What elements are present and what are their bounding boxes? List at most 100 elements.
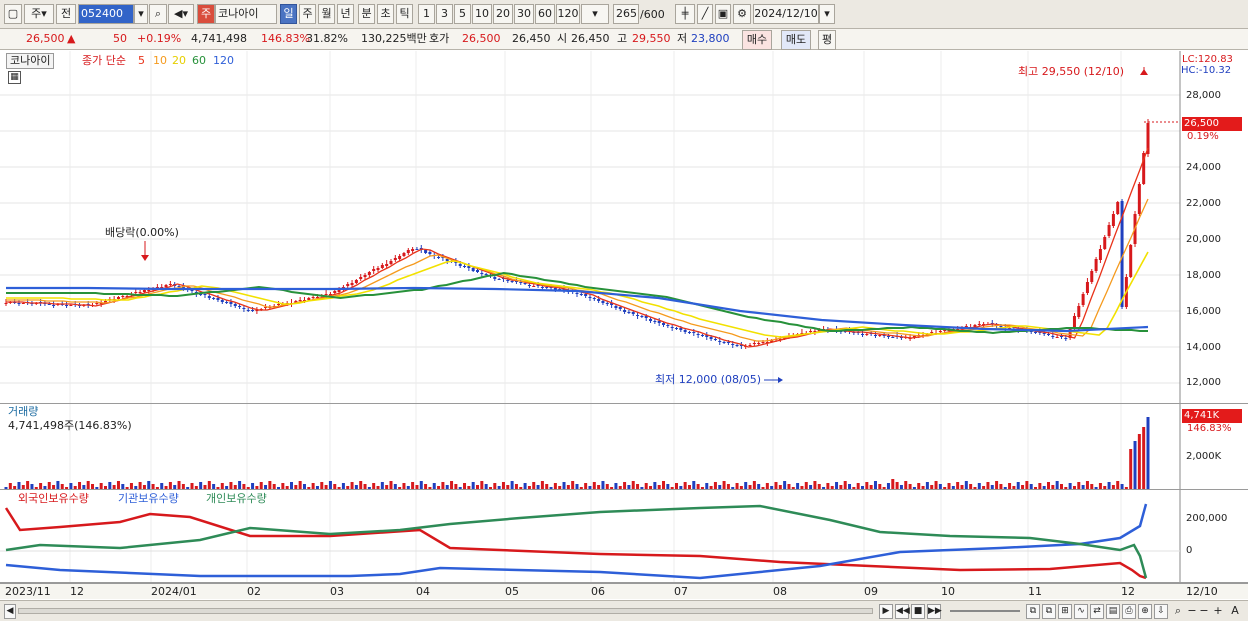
volume-bar	[238, 481, 242, 489]
holdings-chart[interactable]	[0, 490, 1248, 582]
period-week[interactable]: 주	[299, 4, 316, 24]
rewind-icon[interactable]: ◀◀	[895, 604, 910, 619]
trade-amount: 130,225백만	[361, 32, 427, 45]
candle-body	[718, 341, 722, 342]
stop-icon[interactable]: ■	[911, 604, 925, 619]
volume-bar	[233, 485, 237, 489]
indicator-icon[interactable]: ∿	[1074, 604, 1088, 619]
count-input[interactable]: 265	[613, 4, 639, 24]
gear-icon[interactable]: ⚙	[733, 4, 751, 24]
copy-icon[interactable]: ⧉	[1026, 604, 1040, 619]
candle-body	[69, 305, 73, 306]
minute-30[interactable]: 30	[514, 4, 534, 24]
minute-1[interactable]: 1	[418, 4, 435, 24]
bid-price: 26,450	[512, 32, 551, 45]
grid-toggle-icon[interactable]: ▤	[1106, 604, 1120, 619]
price-chart-panel[interactable]: 코나아이 종가 단순 5 10 20 60 120 ▦ LC:120.83 HC…	[0, 51, 1248, 404]
candle-body	[238, 306, 242, 307]
candle-body	[21, 303, 25, 304]
high-annotation: 최고 29,550 (12/10)	[1018, 65, 1125, 78]
print-icon[interactable]: ⎙	[1122, 604, 1136, 619]
candle-body	[147, 290, 151, 291]
period-day[interactable]: 일	[280, 4, 297, 24]
volume-bar	[709, 486, 713, 489]
search-icon[interactable]: ⌕	[149, 4, 167, 24]
volume-bar	[229, 482, 233, 489]
candle-body	[865, 334, 869, 335]
stock-name-label[interactable]: 코나아이	[6, 53, 55, 69]
zoom-out-icon[interactable]: −	[1186, 604, 1198, 619]
zoom-icon[interactable]: ⌕	[1172, 604, 1184, 619]
minute-20[interactable]: 20	[493, 4, 513, 24]
window-icon[interactable]: ▢	[4, 4, 22, 24]
link-icon[interactable]: ⊕	[1138, 604, 1152, 619]
volume-panel[interactable]: 거래량 4,741,498주(146.83%) 4,741K 146.83% 2…	[0, 404, 1248, 490]
period-minute[interactable]: 분	[358, 4, 375, 24]
volume-bar	[800, 486, 804, 489]
volume-bar	[194, 486, 198, 489]
volume-bar	[476, 485, 480, 489]
chart-type-icon[interactable]: ⊞	[1058, 604, 1072, 619]
volume-bar	[294, 485, 298, 489]
custom-period-select[interactable]: ▾	[581, 4, 609, 24]
date-input[interactable]: 2024/12/10	[753, 4, 819, 24]
ytick-12000: 12,000	[1186, 377, 1221, 388]
price-chart[interactable]	[0, 51, 1248, 403]
candle-body	[1090, 271, 1094, 282]
dropdown-icon[interactable]: ▾	[134, 4, 148, 24]
minute-10[interactable]: 10	[472, 4, 492, 24]
candle-body	[458, 264, 462, 266]
volume-bar	[69, 483, 73, 489]
zoom-in-icon[interactable]: +	[1212, 604, 1224, 619]
minute-5[interactable]: 5	[454, 4, 471, 24]
stock-code-input[interactable]: 052400	[78, 4, 134, 24]
layout-icon[interactable]: ⧉	[1042, 604, 1056, 619]
minus-icon[interactable]: −	[1198, 604, 1210, 619]
volume-bar	[873, 481, 877, 489]
sell-button[interactable]: 매도	[781, 30, 811, 50]
minute-60[interactable]: 60	[535, 4, 555, 24]
buy-button[interactable]: 매수	[742, 30, 772, 50]
candle-icon[interactable]: ╪	[675, 4, 695, 24]
holdings-panel[interactable]: 외국인보유수량 기관보유수량 개인보유수량 200,000 0	[0, 490, 1248, 583]
font-size-icon[interactable]: A	[1228, 604, 1242, 619]
stock-name-field[interactable]: 코나아이	[215, 4, 277, 24]
export-icon[interactable]: ⇩	[1154, 604, 1168, 619]
volume-bar	[558, 486, 562, 489]
candle-body	[406, 250, 410, 253]
market-select[interactable]: 주▾	[24, 4, 54, 24]
calendar-dropdown-icon[interactable]: ▾	[819, 4, 835, 24]
speaker-icon[interactable]: ◀▾	[168, 4, 194, 24]
candle-body	[761, 342, 765, 343]
minute-120[interactable]: 120	[556, 4, 580, 24]
forward-icon[interactable]: ▶▶	[927, 604, 942, 619]
candle-body	[1077, 306, 1081, 317]
volume-bar	[112, 485, 116, 489]
period-tick[interactable]: 틱	[396, 4, 413, 24]
volume-bar	[359, 481, 363, 489]
grid-icon[interactable]: ▦	[8, 71, 21, 84]
compare-icon[interactable]: ⇄	[1090, 604, 1104, 619]
period-month[interactable]: 월	[318, 4, 335, 24]
volume-bar	[86, 481, 90, 489]
volume-bar	[683, 482, 687, 489]
volume-bar	[1120, 484, 1124, 489]
save-icon[interactable]: ▣	[715, 4, 731, 24]
volume-bar	[726, 484, 730, 489]
volume-bar	[584, 483, 588, 489]
volume-chart[interactable]	[0, 404, 1248, 489]
volume-bar	[4, 487, 8, 489]
minute-3[interactable]: 3	[436, 4, 453, 24]
zoom-slider[interactable]	[950, 610, 1020, 612]
volume-bar	[1016, 482, 1020, 489]
ask-price: 26,500	[462, 32, 501, 45]
candle-body	[1111, 214, 1115, 226]
eval-button[interactable]: 평	[818, 30, 836, 50]
scroll-left-icon[interactable]: ◀	[4, 604, 16, 619]
scroll-right-icon[interactable]: ▶	[879, 604, 893, 619]
prev-button[interactable]: 전	[56, 4, 76, 24]
horizontal-scrollbar[interactable]	[18, 608, 873, 614]
line-tool-icon[interactable]: ╱	[697, 4, 713, 24]
period-year[interactable]: 년	[337, 4, 354, 24]
period-second[interactable]: 초	[377, 4, 394, 24]
